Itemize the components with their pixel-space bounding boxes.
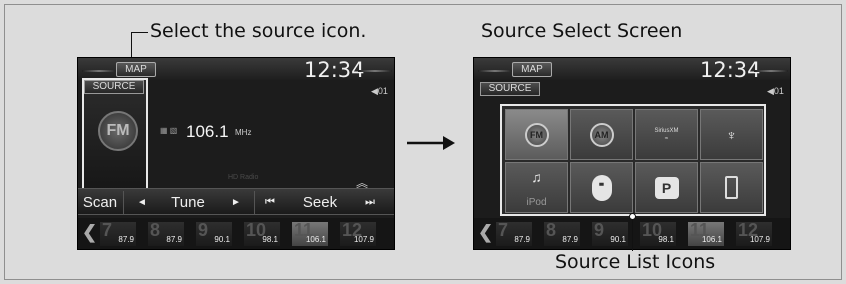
preset-button[interactable]: 9 90.1 [196,220,232,246]
map-button[interactable]: MAP [116,62,156,77]
source-tile-phone[interactable] [700,162,763,213]
source-list-panel: FM AM SiriusXM ≈ ♆ ♫ iPod ᙾ P [500,104,766,216]
seek-up-icon[interactable]: ⏭ [362,189,378,216]
ipod-label: iPod [526,197,547,208]
preset-button-active[interactable]: 11 106.1 [688,220,724,246]
preset-button[interactable]: 9 90.1 [592,220,628,246]
preset-button[interactable]: 8 87.9 [148,220,184,246]
chevron-left-icon[interactable]: ❮ [478,222,493,243]
preset-bar: ❮ 7 87.9 8 87.9 9 90.1 10 98.1 11 106.1 12 107… [78,218,394,249]
tune-up-icon[interactable]: ► [230,189,242,216]
fm-icon: FM [524,122,549,147]
preset-button[interactable]: 8 87.9 [544,220,580,246]
source-tile-usb[interactable]: ♆ [700,109,763,160]
source-button[interactable]: SOURCE [84,80,144,94]
source-tile-ipod[interactable]: ♫ iPod [505,162,568,213]
chevron-left-icon[interactable]: ❮ [82,222,97,243]
source-tile-pandora[interactable]: P [635,162,698,213]
usb-icon: ♆ [726,126,737,143]
clock-line [478,70,512,72]
divider [254,191,255,214]
pandora-icon: P [654,176,679,199]
preset-button[interactable]: 12 107.9 [736,220,772,246]
source-button-highlight[interactable]: SOURCE FM [82,78,148,197]
phone-icon [725,176,738,199]
am-icon: AM [589,122,614,147]
clock: 12:34 [304,58,365,82]
source-tile-bluetooth[interactable]: ᙾ [570,162,633,213]
preset-button[interactable]: 12 107.9 [340,220,376,246]
arrow-right-icon [407,136,455,150]
caption-source-select-screen: Source Select Screen [481,20,683,42]
bluetooth-icon: ᙾ [591,174,612,201]
preset-button[interactable]: 7 87.9 [496,220,532,246]
divider [123,191,124,214]
preset-button[interactable]: 7 87.9 [100,220,136,246]
map-button[interactable]: MAP [512,62,552,77]
preset-button-active[interactable]: 11 106.1 [292,220,328,246]
volume-indicator: ◀01 [767,86,784,96]
clock-line [82,70,116,72]
source-tile-siriusxm[interactable]: SiriusXM ≈ [635,109,698,160]
channel-icons: ▦ ▧ [160,126,178,135]
seek-button[interactable]: Seek [290,189,350,216]
tune-button[interactable]: Tune [158,189,218,216]
clock-line [754,70,788,72]
leader-line [131,32,148,33]
hd-radio-logo: HD Radio [228,174,259,181]
caption-select-source: Select the source icon. [150,20,367,42]
fm-icon: FM [98,111,138,151]
volume-indicator: ◀01 [371,86,388,96]
frequency-display: 106.1 [186,122,229,141]
audio-screen-fm: MAP 12:34 ◀01 SOURCE FM ▦ ▧ 106.1 MHz HD… [77,57,395,250]
preset-button[interactable]: 10 98.1 [640,220,676,246]
siriusxm-icon: SiriusXM ≈ [654,127,679,142]
tune-down-icon[interactable]: ◄ [136,189,148,216]
source-tile-am[interactable]: AM [570,109,633,160]
figure-frame: Select the source icon. Source Select Sc… [4,4,842,280]
source-tile-fm[interactable]: FM [505,109,568,160]
scan-button[interactable]: Scan [78,189,122,216]
frequency-unit: MHz [235,128,252,137]
source-button[interactable]: SOURCE [480,82,540,96]
caption-source-list-icons: Source List Icons [555,251,716,273]
preset-button[interactable]: 10 98.1 [244,220,280,246]
seek-down-icon[interactable]: ⏮ [262,189,278,216]
leader-line [632,219,633,251]
clock-line [358,70,392,72]
clock: 12:34 [700,58,761,82]
control-row: Scan ◄ Tune ► ⏮ Seek ⏭ [78,188,394,215]
